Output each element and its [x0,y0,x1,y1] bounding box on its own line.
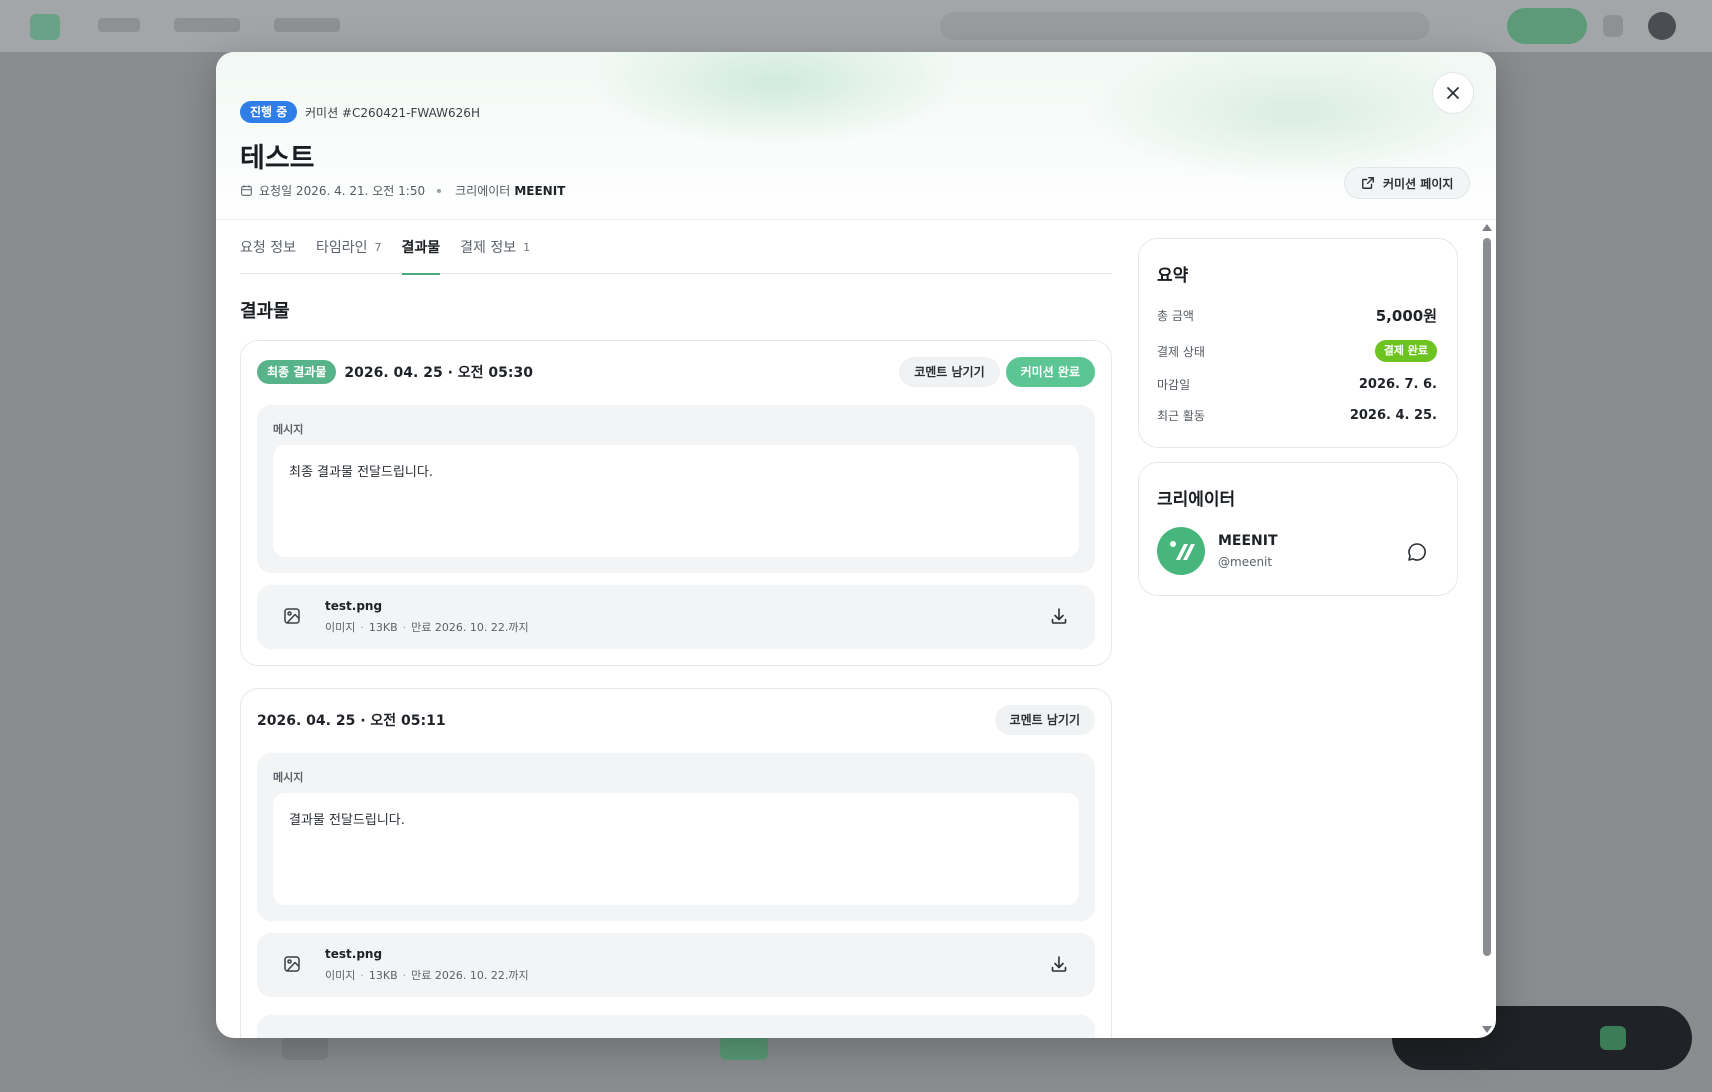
image-file-icon [284,956,300,972]
summary-row-payment-status: 결제 상태 결제 완료 [1157,339,1437,363]
summary-panel: 요약 총 금액 5,000원 결제 상태 결제 완료 마감일 2026. 7. … [1138,238,1458,448]
creator-name: MEENIT [514,183,566,198]
background-nav-item [98,18,140,32]
commission-page-button[interactable]: 커미션 페이지 [1344,167,1471,199]
summary-label: 최근 활동 [1157,408,1205,423]
final-badge: 최종 결과물 [257,360,337,384]
background-topbar [0,0,1712,52]
message-box: 메시지 결과물 전달드립니다. [257,753,1095,921]
summary-row-total: 총 금액 5,000원 [1157,303,1437,327]
file-name: test.png [325,947,383,961]
download-icon[interactable] [1049,954,1069,974]
tab-timeline[interactable]: 타임라인 7 [316,220,382,274]
file-meta: 이미지 · 13KB · 만료 2026. 10. 22.까지 [325,969,529,982]
file-row-partial [257,1015,1095,1038]
commission-detail-modal: 진행 중 커미션 #C260421-FWAW626H 테스트 요청일 2026.… [216,52,1496,1038]
scroll-down-arrow[interactable] [1482,1026,1492,1033]
creator-panel-title: 크리에이터 [1157,490,1236,510]
creator-panel: 크리에이터 MEENIT @meenit [1138,462,1458,596]
calendar-icon [241,185,252,196]
background-avatar [1648,12,1676,40]
payment-status-badge: 결제 완료 [1374,340,1437,362]
file-row: test.png 이미지 · 13KB · 만료 2026. 10. 22.까지 [257,585,1095,649]
message-label: 메시지 [273,423,304,436]
background-button [1507,8,1587,44]
total-amount: 5,000원 [1375,306,1437,325]
modal-header: 진행 중 커미션 #C260421-FWAW626H 테스트 요청일 2026.… [216,52,1496,220]
close-button[interactable] [1432,72,1474,114]
deliverable-date: 2026. 04. 25 · 오전 05:11 [257,713,446,729]
avatar[interactable] [1157,527,1205,575]
tab-label: 결과물 [401,240,441,256]
file-meta: 이미지 · 13KB · 만료 2026. 10. 22.까지 [325,621,529,634]
deadline-value: 2026. 7. 6. [1358,376,1437,392]
section-title: 결과물 [240,301,290,322]
tab-payment-info[interactable]: 결제 정보 1 [460,220,530,274]
summary-label: 마감일 [1157,377,1191,392]
background-logo [30,14,60,40]
summary-label: 총 금액 [1157,308,1194,323]
deliverable-header: 최종 결과물 2026. 04. 25 · 오전 05:30 코멘트 남기기 커… [257,357,1095,387]
meta-separator [437,188,442,193]
scroll-up-arrow[interactable] [1482,224,1492,231]
tab-request-info[interactable]: 요청 정보 [240,220,296,274]
chat-icon[interactable] [1406,541,1428,563]
file-size: 13KB [368,621,398,634]
deliverable-card: 2026. 04. 25 · 오전 05:11 코멘트 남기기 메시지 결과물 … [240,688,1112,1038]
message-label: 메시지 [273,771,304,784]
tab-deliverables[interactable]: 결과물 [401,220,441,275]
tab-label: 결제 정보 [460,240,517,256]
creator-display-name: MEENIT [1218,533,1278,549]
background-nav-item [174,18,240,32]
message-content: 최종 결과물 전달드립니다. [273,445,1079,557]
status-badge: 진행 중 [240,101,298,123]
tab-count: 1 [523,240,531,254]
file-name: test.png [325,599,383,613]
deliverable-actions: 코멘트 남기기 [989,705,1095,735]
leave-comment-button[interactable]: 코멘트 남기기 [994,705,1095,735]
creator-handle: @meenit [1218,555,1273,569]
deliverable-actions: 코멘트 남기기 커미션 완료 [893,357,1095,387]
tab-label: 요청 정보 [240,240,296,256]
background-row [720,1036,768,1060]
summary-label: 결제 상태 [1157,344,1205,359]
commission-page-label: 커미션 페이지 [1383,176,1454,191]
file-expiry: 만료 2026. 10. 22.까지 [411,969,529,982]
file-row: test.png 이미지 · 13KB · 만료 2026. 10. 22.까지 [257,933,1095,997]
deliverable-date: 2026. 04. 25 · 오전 05:30 [344,365,533,381]
message-content: 결과물 전달드립니다. [273,793,1079,905]
commission-id: 커미션 #C260421-FWAW626H [305,106,480,120]
creator-logo-icon [1170,541,1195,560]
image-file-icon [284,608,300,624]
tab-label: 타임라인 [315,240,368,256]
last-activity-value: 2026. 4. 25. [1349,407,1437,423]
deliverable-card: 최종 결과물 2026. 04. 25 · 오전 05:30 코멘트 남기기 커… [240,340,1112,666]
background-row [282,1036,328,1060]
background-floating-icon [1600,1026,1626,1050]
creator-label: 크리에이터 [455,184,511,198]
tab-count: 7 [374,240,382,254]
complete-commission-button[interactable]: 커미션 완료 [1005,357,1095,387]
tab-bar: 요청 정보 타임라인 7 결과물 결제 정보 1 [240,220,1112,275]
background-bell-icon [1603,15,1623,37]
file-type: 이미지 [325,969,356,982]
background-nav-item [274,18,340,32]
scrollbar-thumb[interactable] [1483,238,1491,956]
external-link-icon [1362,177,1374,189]
summary-title: 요약 [1157,266,1189,286]
download-icon[interactable] [1049,606,1069,626]
message-box: 메시지 최종 결과물 전달드립니다. [257,405,1095,573]
page-title: 테스트 [240,143,315,174]
summary-row-last-activity: 최근 활동 2026. 4. 25. [1157,403,1437,427]
summary-row-deadline: 마감일 2026. 7. 6. [1157,372,1437,396]
file-type: 이미지 [325,621,356,634]
request-meta: 요청일 2026. 4. 21. 오전 1:50 크리에이터 MEENIT [240,182,565,199]
requested-date: 요청일 2026. 4. 21. 오전 1:50 [259,184,426,198]
close-icon [1447,87,1459,99]
file-expiry: 만료 2026. 10. 22.까지 [411,621,529,634]
leave-comment-button[interactable]: 코멘트 남기기 [899,357,1000,387]
background-search [940,12,1430,40]
deliverable-header: 2026. 04. 25 · 오전 05:11 코멘트 남기기 [257,705,1095,735]
file-size: 13KB [368,969,398,982]
